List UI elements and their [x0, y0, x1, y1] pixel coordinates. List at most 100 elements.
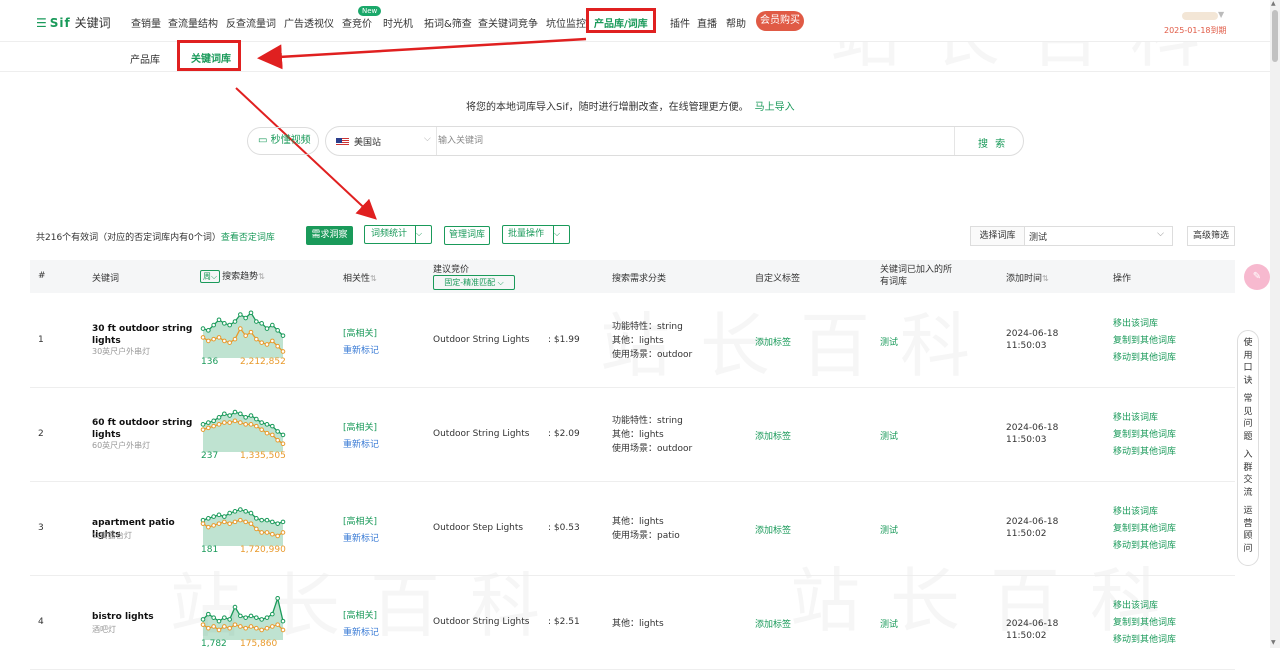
trend-point [270, 432, 275, 438]
scrollbar[interactable] [1270, 0, 1280, 648]
chevron-down-icon[interactable]: ⌵ [415, 225, 431, 244]
sort-icon[interactable]: ⇅ [1042, 274, 1049, 283]
trend-point [232, 409, 238, 415]
trend-point [259, 420, 264, 425]
manage-library-button[interactable]: 管理词库 [444, 226, 490, 245]
header-ops: 操作 [1113, 274, 1132, 284]
advanced-filter-button[interactable]: 高级筛选 [1187, 226, 1235, 246]
trend-point [280, 530, 286, 535]
move-to-library-link[interactable]: 移动到其他词库 [1113, 444, 1176, 461]
chevron-down-icon[interactable]: ⌵ [424, 134, 431, 144]
remove-from-library-link[interactable]: 移出该词库 [1113, 316, 1176, 333]
remark-link[interactable]: 重新标记 [343, 531, 379, 544]
trend-point [216, 422, 222, 427]
trend-point [270, 519, 275, 525]
library-link[interactable]: 测试 [880, 523, 898, 536]
chat-icon[interactable]: ✎ [1244, 264, 1270, 290]
keyword-translation: 公寓露台灯 [92, 531, 132, 540]
trend-point [259, 517, 264, 523]
trend-point [259, 427, 264, 432]
keyword-text[interactable]: 30 ft outdoor string lights [92, 323, 196, 347]
trend-point [254, 526, 259, 532]
trend-point [248, 624, 254, 629]
copy-to-library-link[interactable]: 复制到其他词库 [1113, 615, 1176, 632]
remove-from-library-link[interactable]: 移出该词库 [1113, 504, 1176, 521]
library-link[interactable]: 测试 [880, 617, 898, 630]
trend-period-select[interactable]: 周⌵ [200, 270, 221, 283]
remove-from-library-link[interactable]: 移出该词库 [1113, 410, 1176, 427]
trend-point [206, 338, 211, 344]
bid-mode-select[interactable]: 固定-精准匹配 ⌵ [433, 275, 515, 290]
demand-item: 功能特性：string [612, 416, 683, 426]
word-frequency-button[interactable]: 词频统计 ⌵ [364, 225, 432, 244]
trend-point [200, 326, 206, 331]
header-relevance-label: 相关性 [343, 274, 371, 284]
demand-insight-button[interactable]: 需求洞察 [306, 226, 353, 245]
move-to-library-link[interactable]: 移动到其他词库 [1113, 538, 1176, 555]
trend-point [243, 625, 248, 631]
keyword-text[interactable]: bistro lights [92, 611, 196, 623]
word-frequency-label: 词频统计 [371, 229, 408, 239]
trend-sparkline[interactable] [200, 496, 286, 546]
library-link[interactable]: 测试 [880, 335, 898, 348]
chevron-down-icon[interactable]: ⌵ [553, 225, 569, 244]
batch-operation-button[interactable]: 批量操作 ⌵ [502, 225, 570, 244]
import-link[interactable]: 马上导入 [755, 102, 795, 113]
add-tag-link[interactable]: 添加标签 [755, 429, 791, 442]
add-tag-link[interactable]: 添加标签 [755, 617, 791, 630]
trend-sparkline[interactable] [200, 308, 286, 358]
sort-icon[interactable]: ⇅ [370, 274, 377, 283]
trend-point [211, 322, 216, 328]
trend-point [259, 617, 264, 622]
sidebar-item-join-group[interactable]: 入群交流 [1243, 449, 1253, 499]
remark-link[interactable]: 重新标记 [343, 343, 379, 356]
remove-from-library-link[interactable]: 移出该词库 [1113, 598, 1176, 615]
trend-point [270, 531, 275, 537]
keyword-text[interactable]: 60 ft outdoor string lights [92, 417, 196, 441]
scroll-up-icon[interactable]: ▲ [1271, 0, 1276, 7]
trend-sparkline[interactable] [200, 590, 286, 640]
site-select[interactable]: 美国站 [336, 135, 381, 148]
copy-to-library-link[interactable]: 复制到其他词库 [1113, 333, 1176, 350]
rank-value: 181 [201, 545, 219, 555]
trend-point [216, 335, 222, 340]
negative-library-link[interactable]: 查看否定词库 [221, 233, 275, 243]
remark-link[interactable]: 重新标记 [343, 437, 379, 450]
video-button[interactable]: ▭ 秒懂视频 [247, 127, 319, 155]
table-header: # 关键词 周⌵ 搜索趋势⇅ 相关性⇅ 建议竞价 固定-精准匹配 ⌵ 搜索需求分类… [30, 260, 1235, 293]
search-button[interactable]: 搜 索 [978, 135, 1007, 150]
demand-item: 使用场景：outdoor [612, 444, 693, 454]
move-to-library-link[interactable]: 移动到其他词库 [1113, 632, 1176, 649]
trend-point [280, 627, 286, 633]
demand-item: 使用场景：outdoor [612, 350, 693, 360]
trend-sparkline[interactable] [200, 402, 286, 452]
sidebar-item-faq[interactable]: 常见问题 [1243, 393, 1253, 443]
category-text: Outdoor String Lights [433, 429, 530, 439]
trend-point [264, 422, 270, 427]
sidebar-item-tips[interactable]: 使用口诀 [1243, 337, 1253, 387]
scrollbar-thumb[interactable] [1272, 10, 1278, 62]
header-relevance[interactable]: 相关性⇅ [343, 271, 377, 284]
copy-to-library-link[interactable]: 复制到其他词库 [1113, 427, 1176, 444]
sort-icon[interactable]: ⇅ [258, 272, 265, 281]
header-trend[interactable]: 周⌵ 搜索趋势⇅ [200, 269, 265, 283]
move-to-library-link[interactable]: 移动到其他词库 [1113, 350, 1176, 367]
add-tag-link[interactable]: 添加标签 [755, 335, 791, 348]
remark-link[interactable]: 重新标记 [343, 625, 379, 638]
add-tag-link[interactable]: 添加标签 [755, 523, 791, 536]
scroll-down-icon[interactable]: ▼ [1271, 639, 1276, 646]
keyword-search-input[interactable] [438, 131, 938, 151]
trend-point [248, 510, 254, 516]
sidebar-item-consultant[interactable]: 运营顾问 [1243, 505, 1253, 555]
library-link[interactable]: 测试 [880, 429, 898, 442]
trend-point [206, 328, 211, 333]
relevance-badge: [高相关] [343, 611, 378, 621]
trend-point [264, 326, 270, 331]
table-row: 2 60 ft outdoor string lights 60英尺户外串灯 2… [30, 388, 1235, 482]
copy-to-library-link[interactable]: 复制到其他词库 [1113, 521, 1176, 538]
library-select[interactable]: 选择词库 测试 ⌵ [970, 226, 1173, 246]
trend-point [222, 321, 227, 326]
header-added-time[interactable]: 添加时间⇅ [1006, 271, 1049, 284]
trend-point [243, 315, 248, 321]
trend-point [238, 312, 243, 317]
